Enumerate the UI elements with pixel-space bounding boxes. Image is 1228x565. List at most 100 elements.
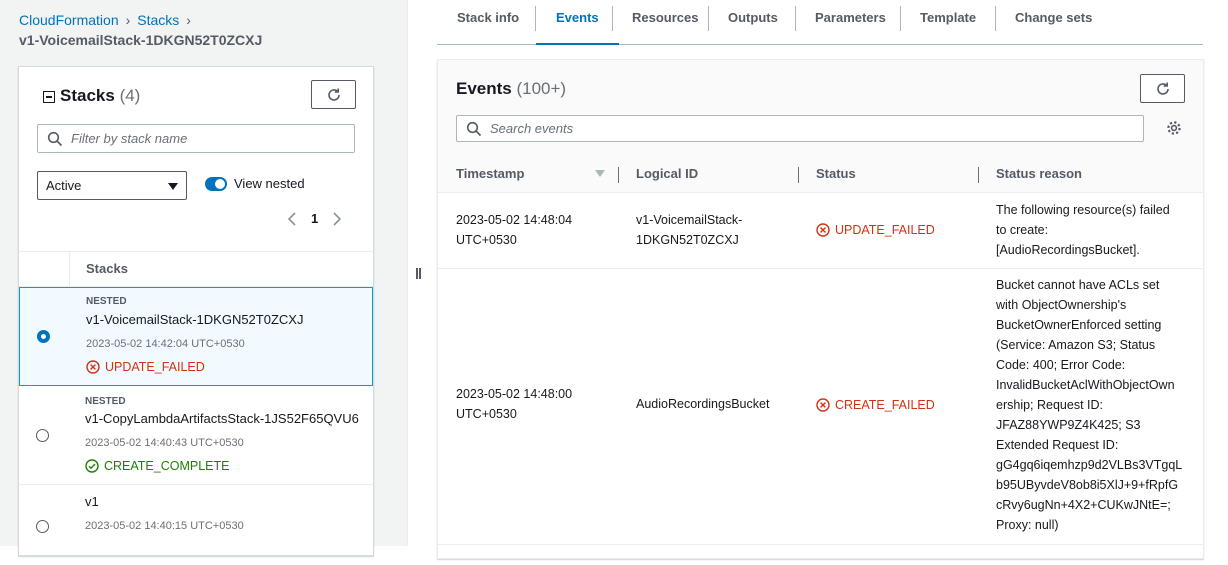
column-divider — [618, 167, 619, 183]
event-logical-id-line: AudioRecordingsBucket — [636, 397, 770, 411]
stacks-count: (4) — [119, 86, 141, 105]
tab-template[interactable]: Template — [900, 0, 996, 45]
error-icon — [816, 223, 830, 237]
collapse-icon[interactable] — [43, 91, 55, 103]
view-nested-toggle[interactable] — [205, 177, 227, 191]
stack-name-link[interactable]: v1 — [85, 494, 99, 509]
column-status[interactable]: Status — [816, 157, 856, 193]
tab-change-sets[interactable]: Change sets — [995, 0, 1112, 45]
stack-filter-input[interactable]: Filter by stack name — [37, 124, 355, 153]
event-status-reason: Bucket cannot have ACLs set with ObjectO… — [996, 275, 1182, 535]
event-reason-line: [AudioRecordingsBucket]. — [996, 243, 1140, 257]
stack-detail-tabs: Stack info Events Resources Outputs Para… — [437, 0, 1203, 45]
events-title-text: Events — [456, 79, 512, 98]
column-divider — [978, 167, 979, 183]
event-timestamp-line: UTC+0530 — [456, 233, 517, 247]
gear-icon[interactable] — [1166, 120, 1182, 136]
event-reason-line: Code: 400; Error Code: — [996, 358, 1126, 372]
tab-parameters[interactable]: Parameters — [795, 0, 906, 45]
stack-row[interactable]: NESTED v1-VoicemailStack-1DKGN52T0ZCXJ 2… — [19, 287, 373, 386]
stack-row[interactable]: v1 2023-05-02 14:40:15 UTC+0530 — [19, 485, 373, 565]
event-status: UPDATE_FAILED — [816, 223, 935, 237]
tab-stack-info[interactable]: Stack info — [437, 0, 539, 45]
stack-row-radio[interactable] — [36, 429, 49, 442]
column-status-reason[interactable]: Status reason — [996, 157, 1082, 193]
search-icon — [466, 121, 482, 136]
chevron-right-icon[interactable] — [330, 211, 342, 226]
stack-status: CREATE_COMPLETE — [85, 459, 230, 473]
event-status: CREATE_FAILED — [816, 398, 935, 412]
event-reason-line: Bucket cannot have ACLs set — [996, 278, 1160, 292]
event-logical-id: v1-VoicemailStack- 1DKGN52T0ZCXJ — [636, 210, 742, 250]
stacks-table-header: Stacks — [19, 251, 373, 288]
event-logical-id: AudioRecordingsBucket — [636, 394, 769, 414]
event-status-text: UPDATE_FAILED — [835, 223, 935, 237]
event-reason-line: gG4gq6iqemhzp9d2VLBs3VTgqL — [996, 458, 1183, 472]
event-logical-id-line: 1DKGN52T0ZCXJ — [636, 233, 739, 247]
events-search-input[interactable]: Search events — [456, 115, 1144, 142]
events-table-header: Timestamp Logical ID Status Status reaso… — [438, 157, 1203, 193]
event-reason-line: Extended Request ID: — [996, 438, 1119, 452]
stack-nested-tag: NESTED — [86, 296, 127, 307]
stack-status-select[interactable]: Active — [37, 171, 187, 200]
stacks-pagination: 1 — [287, 211, 342, 226]
event-reason-line: Proxy: null) — [996, 518, 1059, 532]
event-timestamp-line: 2023-05-02 14:48:00 — [456, 387, 573, 401]
events-refresh-button[interactable] — [1140, 74, 1185, 103]
stacks-column-header[interactable]: Stacks — [69, 252, 128, 288]
tab-events[interactable]: Events — [536, 0, 619, 45]
event-reason-line: to create: — [996, 223, 1049, 237]
events-panel: Events (100+) Search events Timestamp Lo… — [437, 59, 1204, 559]
stack-status-text: CREATE_COMPLETE — [104, 459, 230, 473]
current-page-number[interactable]: 1 — [311, 211, 318, 226]
event-timestamp: 2023-05-02 14:48:00 UTC+0530 — [456, 384, 572, 424]
stack-row[interactable]: NESTED v1-CopyLambdaArtifactsStack-1JS52… — [19, 386, 373, 485]
error-icon — [86, 360, 100, 374]
caret-down-icon — [168, 183, 178, 190]
breadcrumb-current: v1-VoicemailStack-1DKGN52T0ZCXJ — [19, 32, 263, 48]
view-nested-label: View nested — [234, 176, 305, 191]
chevron-left-icon[interactable] — [287, 211, 299, 226]
breadcrumb: CloudFormation › Stacks › — [19, 12, 198, 28]
stack-nested-tag: NESTED — [85, 396, 126, 407]
stacks-sidebar: CloudFormation › Stacks › v1-VoicemailStack… — [0, 0, 408, 556]
event-reason-line: cRvy6ugNn+4X2+CUKwJNtE=; — [996, 498, 1171, 512]
success-icon — [85, 459, 99, 473]
event-timestamp-line: UTC+0530 — [456, 407, 517, 421]
event-reason-line: ership; Request ID: — [996, 398, 1103, 412]
breadcrumb-stacks-link[interactable]: Stacks — [137, 12, 179, 28]
stack-row-radio[interactable] — [36, 520, 49, 533]
events-search-placeholder: Search events — [490, 121, 574, 136]
stacks-title-text: Stacks — [60, 86, 115, 105]
stack-status-select-value: Active — [46, 178, 82, 193]
column-logical-id[interactable]: Logical ID — [636, 157, 698, 193]
event-timestamp-line: 2023-05-02 14:48:04 — [456, 213, 573, 227]
chevron-right-icon: › — [125, 12, 131, 28]
event-logical-id-line: v1-VoicemailStack- — [636, 213, 743, 227]
stack-created-date: 2023-05-02 14:40:43 UTC+0530 — [85, 437, 244, 449]
stack-status: UPDATE_FAILED — [86, 360, 205, 374]
stacks-panel-title: Stacks (4) — [60, 86, 140, 106]
event-reason-line: BucketOwnerEnforced setting — [996, 318, 1162, 332]
stack-row-radio[interactable] — [37, 330, 50, 343]
stack-name-link[interactable]: v1-VoicemailStack-1DKGN52T0ZCXJ — [86, 312, 303, 327]
event-reason-line: b95UByvdeV8ob8i5XlJ+9+fRpfG — [996, 478, 1179, 492]
sort-descending-icon[interactable] — [595, 170, 605, 177]
column-divider — [798, 167, 799, 183]
error-icon — [816, 398, 830, 412]
event-status-text: CREATE_FAILED — [835, 398, 935, 412]
breadcrumb-cloudformation-link[interactable]: CloudFormation — [19, 12, 119, 28]
refresh-icon — [327, 88, 340, 101]
refresh-icon — [1156, 82, 1169, 95]
panel-resize-handle[interactable] — [415, 268, 421, 282]
table-row: 2023-05-02 14:48:00 UTC+0530 AudioRecord… — [438, 269, 1203, 545]
events-panel-header: Events (100+) Search events — [438, 60, 1203, 157]
stack-created-date: 2023-05-02 14:42:04 UTC+0530 — [86, 338, 245, 350]
tab-resources[interactable]: Resources — [612, 0, 718, 45]
tab-outputs[interactable]: Outputs — [708, 0, 798, 45]
stacks-refresh-button[interactable] — [311, 80, 356, 109]
stack-name-link[interactable]: v1-CopyLambdaArtifactsStack-1JS52F65QVU6 — [85, 411, 359, 426]
event-reason-line: JFAZ88YWP9Z4K425; S3 — [996, 418, 1141, 432]
column-timestamp[interactable]: Timestamp — [456, 157, 524, 193]
event-reason-line: InvalidBucketAclWithObjectOwn — [996, 378, 1175, 392]
